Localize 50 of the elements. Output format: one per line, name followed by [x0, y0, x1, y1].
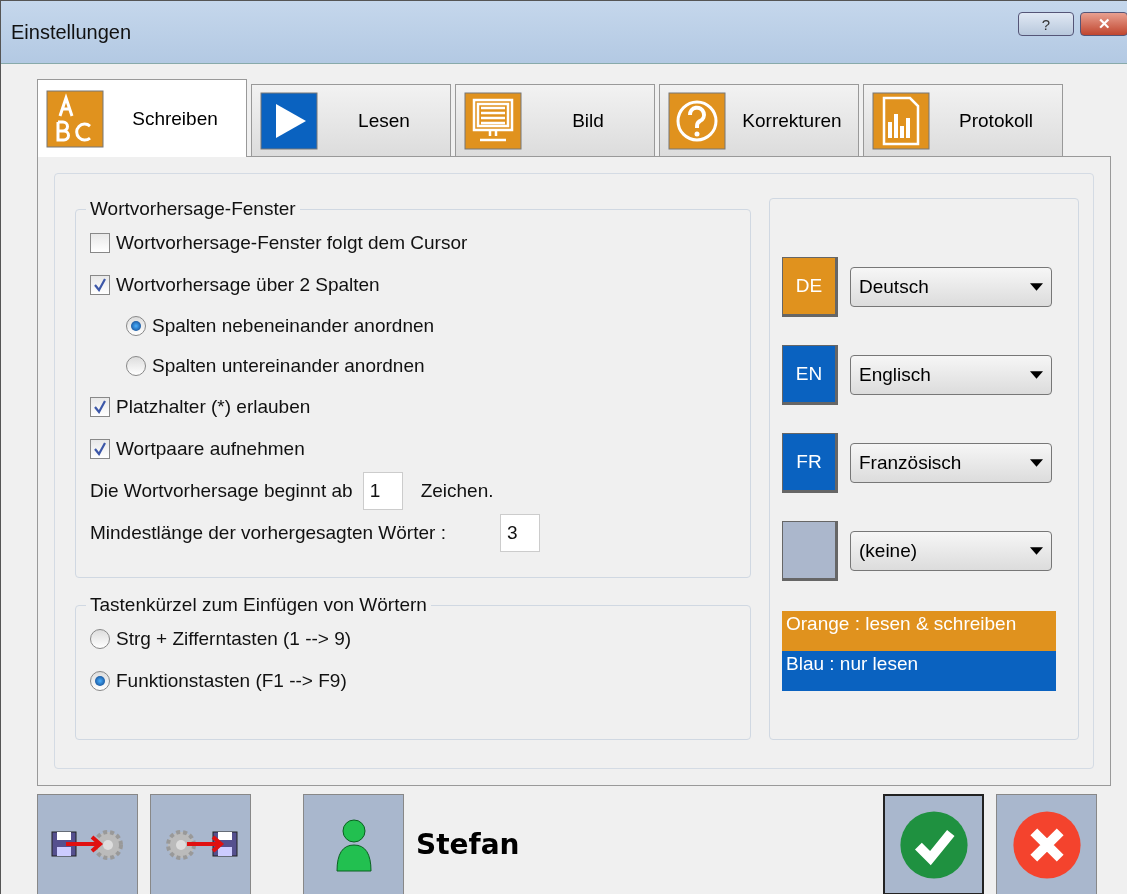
ok-button[interactable]: [883, 794, 984, 894]
export-settings-button[interactable]: [37, 794, 138, 894]
tab[interactable]: Korrekturen: [659, 84, 859, 156]
caret-icon: [1030, 547, 1043, 555]
checkmark-icon: [897, 808, 970, 881]
min-length-label: Mindestlänge der vorhergesagten Wörter :: [90, 522, 446, 544]
checkbox[interactable]: [90, 233, 110, 253]
option-label: Wortvorhersage-Fenster folgt dem Cursor: [116, 232, 468, 254]
checkbox[interactable]: [90, 439, 110, 459]
language-badge: FR: [782, 433, 838, 493]
tab[interactable]: Protokoll: [863, 84, 1063, 156]
window-title: Einstellungen: [11, 20, 133, 44]
caret-icon: [1030, 283, 1043, 291]
tab[interactable]: Lesen: [251, 84, 451, 156]
language-dropdown[interactable]: Englisch: [850, 355, 1052, 395]
group-title: Wortvorhersage-Fenster: [89, 198, 297, 220]
option-label: Strg + Zifferntasten (1 --> 9): [116, 628, 352, 650]
option-label: Spalten nebeneinander anordnen: [152, 315, 435, 337]
option-label: Funktionstasten (F1 --> F9): [116, 670, 347, 692]
language-dropdown[interactable]: (keine): [850, 531, 1052, 571]
start-label: Die Wortvorhersage beginnt ab: [90, 480, 353, 502]
option-label: Wortvorhersage über 2 Spalten: [116, 274, 380, 296]
radio-button[interactable]: [90, 629, 110, 649]
caret-icon: [1030, 371, 1043, 379]
tab[interactable]: Bild: [455, 84, 655, 156]
radio-button[interactable]: [126, 356, 146, 376]
close-icon: [1010, 808, 1083, 881]
legend-entry: Blau : nur lesen: [782, 651, 1056, 691]
unit-label: Zeichen.: [420, 480, 494, 502]
caret-icon: [1030, 459, 1043, 467]
number-field[interactable]: 3: [499, 514, 540, 552]
radio-button[interactable]: [126, 316, 146, 336]
language-dropdown[interactable]: Deutsch: [850, 267, 1052, 307]
import-settings-button[interactable]: [150, 794, 251, 894]
checkbox[interactable]: [90, 275, 110, 295]
number-field[interactable]: 1: [362, 472, 403, 510]
language-dropdown[interactable]: Französisch: [850, 443, 1052, 483]
language-badge: EN: [782, 345, 838, 405]
option-label: Wortpaare aufnehmen: [116, 438, 305, 460]
group-title: Tastenkürzel zum Einfügen von Wörtern: [89, 594, 428, 616]
option-label: Spalten untereinander anordnen: [152, 355, 425, 377]
tab[interactable]: Schreiben: [37, 79, 247, 157]
checkbox[interactable]: [90, 397, 110, 417]
user-name: Stefan: [416, 828, 520, 861]
cancel-button[interactable]: [996, 794, 1097, 894]
option-label: Platzhalter (*) erlauben: [116, 396, 311, 418]
help-button[interactable]: ?: [1018, 12, 1074, 36]
language-badge: DE: [782, 257, 838, 317]
radio-button[interactable]: [90, 671, 110, 691]
legend-entry: Orange : lesen & schreiben: [782, 611, 1056, 651]
